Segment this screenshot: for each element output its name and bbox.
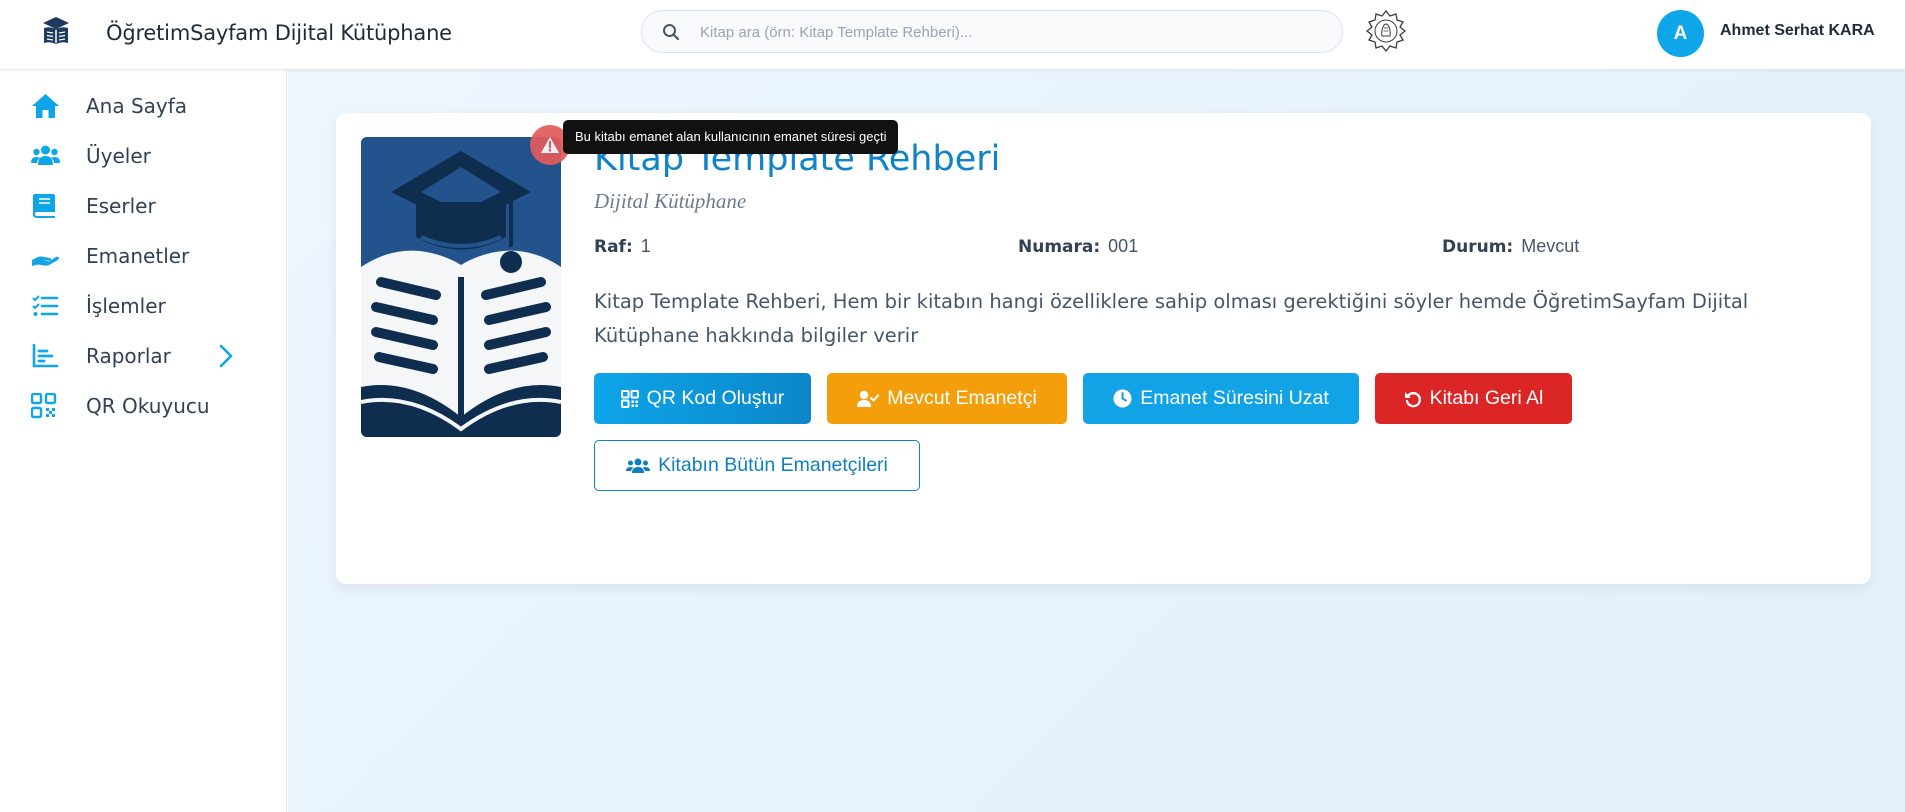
current-borrower-button[interactable]: Mevcut Emanetçi: [827, 373, 1067, 424]
return-book-button[interactable]: Kitabı Geri Al: [1375, 373, 1572, 424]
sidebar-item-label: QR Okuyucu: [86, 394, 210, 418]
sidebar: Ana Sayfa Üyeler Eserler Emanetler İşlem…: [0, 70, 287, 812]
app-title[interactable]: ÖğretimSayfam Dijital Kütüphane: [106, 21, 452, 45]
sidebar-item-reports[interactable]: Raporlar: [0, 333, 287, 379]
sidebar-item-label: İşlemler: [86, 294, 166, 318]
sidebar-item-members[interactable]: Üyeler: [0, 133, 287, 179]
status-info: Durum: Mevcut: [1442, 236, 1579, 257]
users-group-icon: [626, 458, 651, 473]
user-name[interactable]: Ahmet Serhat KARA: [1720, 22, 1875, 40]
main-content: Bu kitabı emanet alan kullanıcının emane…: [288, 70, 1905, 812]
sidebar-item-label: Üyeler: [86, 144, 151, 168]
current-borrower-label: Mevcut Emanetçi: [887, 387, 1037, 409]
shelf-value: 1: [640, 236, 651, 256]
avatar[interactable]: A: [1657, 10, 1704, 57]
library-logo-icon[interactable]: [40, 16, 72, 46]
book-subtitle: Dijital Kütüphane: [594, 189, 747, 213]
sidebar-item-works[interactable]: Eserler: [0, 183, 287, 229]
shelf-info: Raf: 1: [594, 236, 651, 257]
all-borrowers-button[interactable]: Kitabın Bütün Emanetçileri: [594, 440, 920, 491]
qr-icon: [31, 393, 57, 419]
sidebar-item-transactions[interactable]: İşlemler: [0, 283, 287, 329]
number-label: Numara:: [1018, 237, 1101, 257]
number-value: 001: [1108, 236, 1139, 256]
number-info: Numara: 001: [1018, 236, 1138, 257]
create-qr-button[interactable]: QR Kod Oluştur: [594, 373, 811, 424]
shelf-label: Raf:: [594, 237, 633, 257]
all-borrowers-label: Kitabın Bütün Emanetçileri: [658, 454, 888, 476]
extend-loan-label: Emanet Süresini Uzat: [1140, 387, 1329, 409]
sidebar-item-qr-reader[interactable]: QR Okuyucu: [0, 383, 287, 429]
user-check-icon: [857, 390, 880, 407]
book-cover-image: [361, 137, 561, 437]
sidebar-item-loans[interactable]: Emanetler: [0, 233, 287, 279]
sidebar-item-label: Raporlar: [86, 344, 171, 368]
warning-triangle-icon: [541, 137, 559, 153]
undo-icon: [1404, 391, 1421, 407]
book-description: Kitap Template Rehberi, Hem bir kitabın …: [594, 290, 1749, 347]
search-box: [641, 10, 1343, 53]
sidebar-item-label: Ana Sayfa: [86, 94, 188, 118]
extend-loan-button[interactable]: Emanet Süresini Uzat: [1083, 373, 1359, 424]
book-icon: [33, 194, 55, 218]
chevron-right-icon[interactable]: [219, 344, 233, 368]
home-icon: [32, 94, 59, 118]
chart-icon: [32, 343, 59, 368]
clock-icon: [1113, 389, 1132, 408]
sidebar-item-label: Emanetler: [86, 244, 190, 268]
qr-code-icon: [620, 389, 639, 408]
sidebar-item-home[interactable]: Ana Sayfa: [0, 83, 287, 129]
search-input[interactable]: [700, 21, 1320, 43]
search-icon: [663, 24, 680, 41]
status-label: Durum:: [1442, 237, 1514, 257]
status-value: Mevcut: [1521, 236, 1580, 256]
overdue-tooltip: Bu kitabı emanet alan kullanıcının emane…: [563, 120, 899, 154]
create-qr-label: QR Kod Oluştur: [646, 387, 785, 409]
sidebar-item-label: Eserler: [86, 194, 156, 218]
hand-icon: [32, 256, 59, 266]
open-book-graduation-cap-icon: [361, 137, 561, 437]
return-book-label: Kitabı Geri Al: [1429, 387, 1544, 409]
university-seal-icon: [1365, 10, 1407, 52]
top-bar: ÖğretimSayfam Dijital Kütüphane A Ahmet …: [0, 0, 1905, 70]
list-check-icon: [32, 295, 59, 316]
book-detail-card: Bu kitabı emanet alan kullanıcının emane…: [336, 113, 1871, 584]
users-icon: [31, 145, 60, 165]
